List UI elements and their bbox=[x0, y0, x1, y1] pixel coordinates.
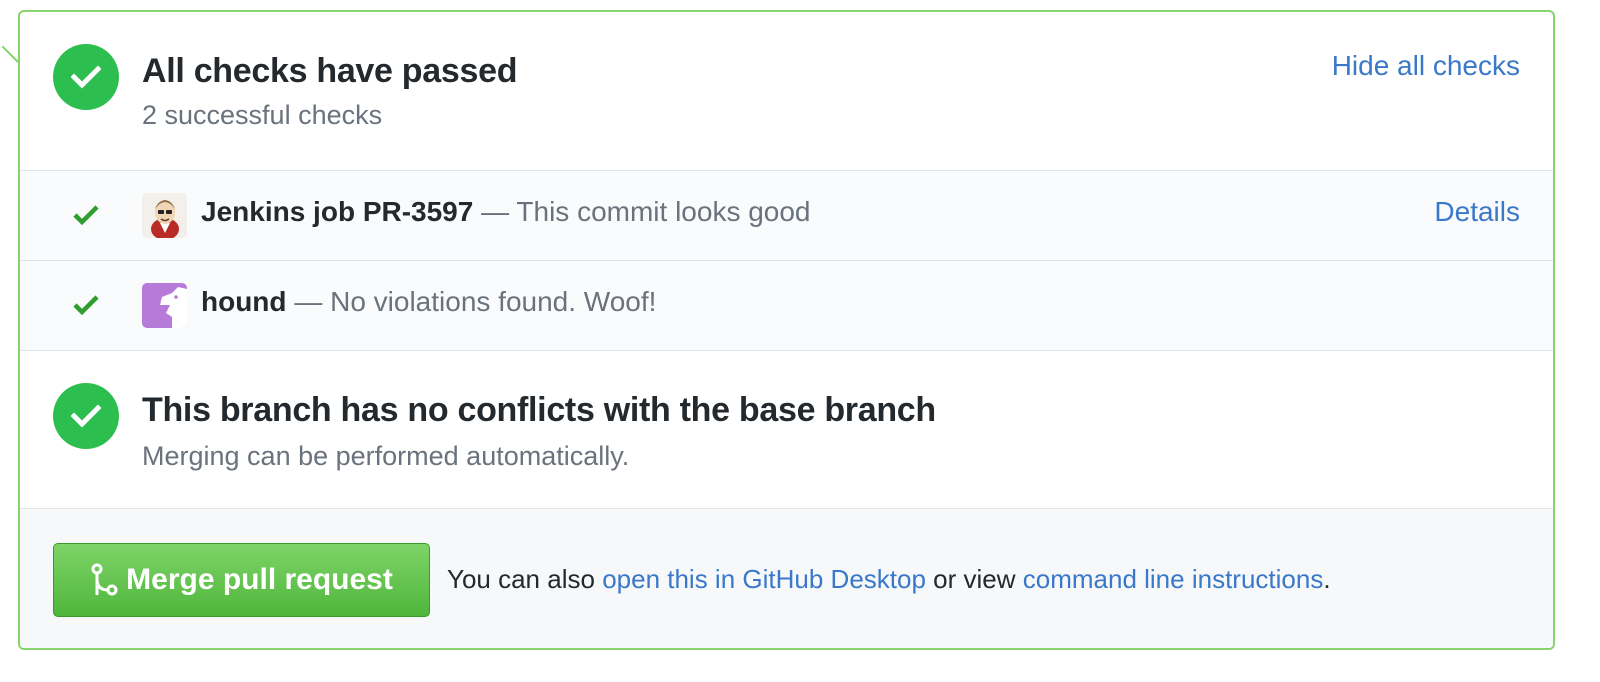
checks-summary: All checks have passed 2 successful chec… bbox=[20, 12, 1553, 170]
open-github-desktop-link[interactable]: open this in GitHub Desktop bbox=[602, 564, 926, 594]
details-link[interactable]: Details bbox=[1434, 196, 1520, 228]
merge-box: All checks have passed 2 successful chec… bbox=[18, 10, 1555, 650]
merge-status-title: This branch has no conflicts with the ba… bbox=[142, 391, 936, 429]
merge-status: This branch has no conflicts with the ba… bbox=[20, 350, 1553, 508]
check-description: — This commit looks good bbox=[481, 196, 811, 227]
check-row-text: hound — No violations found. Woof! bbox=[201, 286, 656, 318]
check-context: hound bbox=[201, 286, 287, 317]
jenkins-avatar bbox=[142, 193, 187, 238]
footer-middle: or view bbox=[933, 564, 1016, 594]
check-description: — No violations found. Woof! bbox=[294, 286, 657, 317]
merge-status-subtitle: Merging can be performed automatically. bbox=[142, 441, 630, 471]
merge-pull-request-button[interactable]: Merge pull request bbox=[53, 543, 430, 617]
check-row-text: Jenkins job PR-3597 — This commit looks … bbox=[201, 196, 811, 228]
check-icon bbox=[73, 295, 99, 316]
status-check-row: Jenkins job PR-3597 — This commit looks … bbox=[20, 170, 1553, 260]
check-icon bbox=[73, 205, 99, 226]
check-context: Jenkins job PR-3597 bbox=[201, 196, 474, 227]
footer-prefix: You can also bbox=[447, 564, 595, 594]
footer-suffix: . bbox=[1323, 564, 1331, 594]
checks-subtitle: 2 successful checks bbox=[142, 100, 383, 130]
merge-alternatives: You can also open this in GitHub Desktop… bbox=[447, 564, 1331, 595]
hound-avatar bbox=[142, 283, 187, 328]
git-merge-icon bbox=[91, 563, 118, 596]
check-circle-icon bbox=[53, 44, 119, 110]
command-line-instructions-link[interactable]: command line instructions bbox=[1023, 564, 1324, 594]
checks-title: All checks have passed bbox=[142, 52, 518, 90]
check-circle-icon bbox=[53, 383, 119, 449]
hide-all-checks-link[interactable]: Hide all checks bbox=[1332, 50, 1520, 82]
merge-button-label: Merge pull request bbox=[126, 563, 393, 596]
status-check-row: hound — No violations found. Woof! bbox=[20, 260, 1553, 350]
merge-actions: Merge pull request You can also open thi… bbox=[20, 508, 1553, 648]
